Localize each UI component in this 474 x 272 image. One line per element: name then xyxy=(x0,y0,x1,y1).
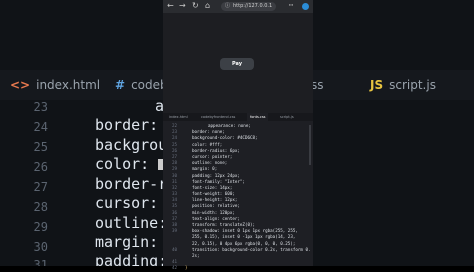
line-number: 24 xyxy=(33,120,48,134)
info-icon[interactable]: ⓘ xyxy=(225,2,230,11)
line-number: 25 xyxy=(33,140,48,154)
background-tab-css[interactable]: # codeb xyxy=(115,78,168,92)
line-number: 27 xyxy=(33,180,48,194)
line-number: 30 xyxy=(33,240,48,254)
editor-tab-bar: index.html codebyfrontend.css fonts.css … xyxy=(163,113,313,121)
reload-icon[interactable]: ↻ xyxy=(192,1,199,10)
hash-icon: # xyxy=(115,78,126,92)
code-line: outline: xyxy=(95,214,168,232)
tab-index-html[interactable]: index.html xyxy=(169,113,188,121)
pay-button[interactable]: Pay xyxy=(220,58,254,70)
js-icon: JS xyxy=(370,78,384,92)
code-line: padding: xyxy=(95,252,168,266)
address-bar[interactable]: ⓘ http://127.0.0.1 xyxy=(221,2,276,11)
browser-toolbar: ← → ↻ ⌂ ⓘ http://127.0.0.1 ⋯ xyxy=(163,0,313,13)
code-editor: index.html codebyfrontend.css fonts.css … xyxy=(163,113,313,270)
background-tab-index[interactable]: <> index.html xyxy=(10,78,100,92)
line-number: 23 xyxy=(33,100,48,114)
code-lines: 22 appearance: none; 23 border: none; 24 ba… xyxy=(163,123,313,272)
background-tab-script[interactable]: JS script.js xyxy=(370,78,436,92)
tab-script-js[interactable]: script.js xyxy=(280,113,294,121)
line-number: 31 xyxy=(33,258,48,266)
code-line: 42} xyxy=(171,265,188,271)
home-icon[interactable]: ⌂ xyxy=(205,1,210,10)
code-line: color: xyxy=(95,155,170,173)
url-text: http://127.0.0.1 xyxy=(233,3,273,9)
line-number: 26 xyxy=(33,160,48,174)
menu-icon[interactable]: ⋯ xyxy=(289,1,293,9)
tab-fonts-css[interactable]: fonts.css xyxy=(247,113,269,121)
html-icon: <> xyxy=(10,78,31,92)
extension-icon[interactable] xyxy=(302,3,309,10)
back-icon[interactable]: ← xyxy=(167,1,174,10)
phone-screen: ← → ↻ ⌂ ⓘ http://127.0.0.1 ⋯ Pay index.h… xyxy=(163,0,313,270)
page-preview: Pay xyxy=(163,13,313,113)
line-number: 29 xyxy=(33,220,48,234)
forward-icon[interactable]: → xyxy=(179,1,186,10)
line-number: 28 xyxy=(33,200,48,214)
tab-codebyfrontend-css[interactable]: codebyfrontend.css xyxy=(201,113,235,121)
